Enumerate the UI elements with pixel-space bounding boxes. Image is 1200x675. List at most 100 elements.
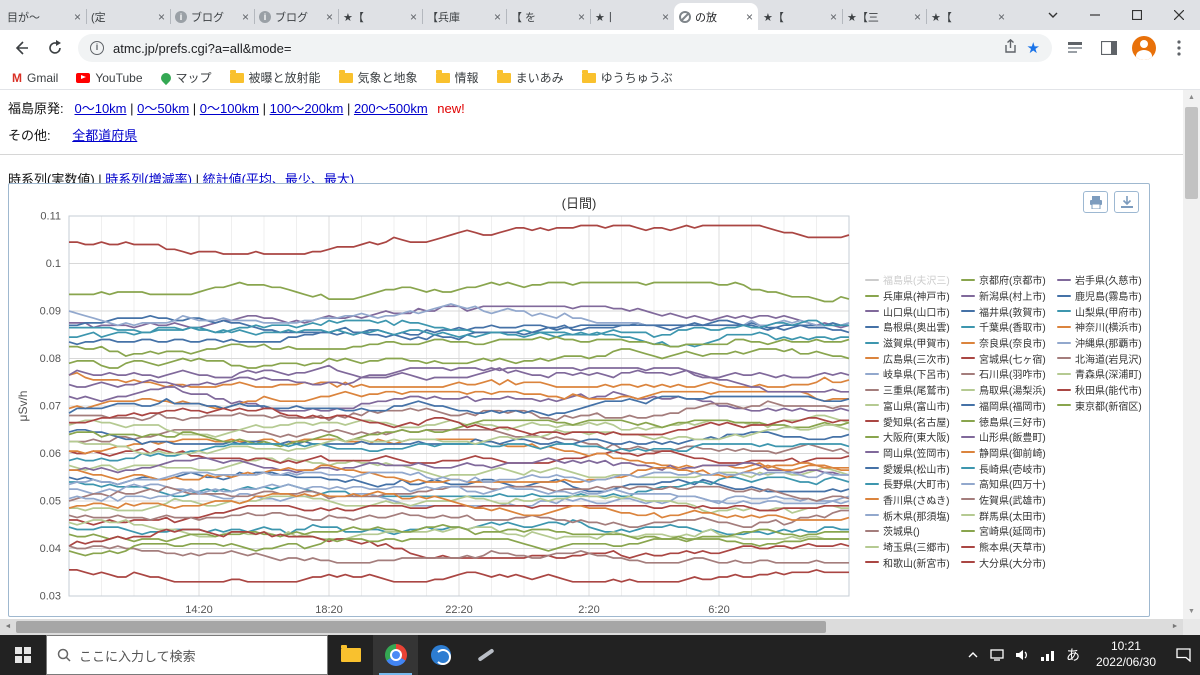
tab-close-icon[interactable]: × <box>578 11 585 23</box>
browser-tab[interactable]: ★【 × <box>926 3 1010 105</box>
legend-item[interactable]: 栃木県(那須塩) <box>865 507 959 523</box>
legend-item[interactable]: 岡山県(笠岡市) <box>865 445 959 461</box>
maximize-icon[interactable] <box>1116 0 1158 30</box>
tab-close-icon[interactable]: × <box>74 11 81 23</box>
browser-tab[interactable]: 目が〜 × <box>2 3 86 105</box>
bookmark-item[interactable]: YouTube <box>76 71 143 85</box>
print-chart-button[interactable] <box>1083 191 1108 213</box>
file-explorer-icon[interactable] <box>328 635 373 675</box>
vertical-scroll-thumb[interactable] <box>1185 107 1198 199</box>
address-bar[interactable]: i atmc.jp/prefs.cgi?a=all&mode= ★ <box>78 34 1052 62</box>
legend-item[interactable]: 北海道(岩見沢) <box>1057 350 1151 366</box>
tab-close-icon[interactable]: × <box>662 11 669 23</box>
legend-item[interactable]: 愛知県(名古屋) <box>865 413 959 429</box>
reading-list-icon[interactable] <box>1064 37 1086 59</box>
legend-item[interactable]: 大分県(大分市) <box>961 554 1055 570</box>
tab-close-icon[interactable]: × <box>326 11 333 23</box>
blue-app-icon[interactable] <box>418 635 463 675</box>
legend-item[interactable]: 高知県(四万十) <box>961 476 1055 492</box>
legend-item[interactable]: 和歌山(新宮市) <box>865 554 959 570</box>
legend-item[interactable]: 石川県(羽咋市) <box>961 366 1055 382</box>
legend-item[interactable]: 鹿児島(霧島市) <box>1057 288 1151 304</box>
legend-item[interactable]: 岩手県(久慈市) <box>1057 272 1151 288</box>
legend-item[interactable]: 長野県(大町市) <box>865 476 959 492</box>
tab-close-icon[interactable]: × <box>830 11 837 23</box>
reload-icon[interactable] <box>44 37 66 59</box>
legend-item[interactable]: 徳島県(三好市) <box>961 413 1055 429</box>
profile-avatar[interactable] <box>1132 36 1156 60</box>
legend-item[interactable]: 福岡県(福岡市) <box>961 398 1055 414</box>
legend-item[interactable]: 山形県(飯豊町) <box>961 429 1055 445</box>
browser-tab[interactable]: ★【 × <box>338 3 422 105</box>
all-prefectures-link[interactable]: 全都道府県 <box>72 128 137 143</box>
notification-center-icon[interactable] <box>1166 635 1200 675</box>
tab-close-icon[interactable]: × <box>914 11 921 23</box>
horizontal-scroll-thumb[interactable] <box>16 621 826 633</box>
legend-item[interactable]: 三重県(尾鷲市) <box>865 382 959 398</box>
legend-item[interactable]: 茨城県() <box>865 523 959 539</box>
tray-network-icon[interactable] <box>1035 635 1060 675</box>
scroll-down-icon[interactable]: ▼ <box>1183 604 1200 619</box>
legend-item[interactable]: 青森県(深浦町) <box>1057 366 1151 382</box>
side-panel-icon[interactable] <box>1098 37 1120 59</box>
close-window-icon[interactable] <box>1158 0 1200 30</box>
download-chart-button[interactable] <box>1114 191 1139 213</box>
browser-tab[interactable]: ★【 × <box>758 3 842 105</box>
bookmark-item[interactable]: 被曝と放射能 <box>229 69 321 86</box>
distance-range-link[interactable]: 0〜100km <box>200 101 259 116</box>
browser-tab[interactable]: ★【三 × <box>842 3 926 105</box>
legend-item[interactable]: 宮城県(七ヶ宿) <box>961 350 1055 366</box>
browser-tab[interactable]: i ブログ × <box>254 3 338 30</box>
legend-item[interactable]: 富山県(富山市) <box>865 398 959 414</box>
start-button[interactable] <box>0 635 46 675</box>
tray-chevron-up-icon[interactable] <box>962 635 984 675</box>
browser-tab[interactable]: ★丨 × <box>590 3 674 105</box>
legend-item[interactable]: 秋田県(能代市) <box>1057 382 1151 398</box>
browser-tab[interactable]: 【兵庫 × <box>422 3 506 105</box>
taskbar-clock[interactable]: 10:21 2022/06/30 <box>1086 639 1166 670</box>
distance-range-link[interactable]: 0〜10km <box>74 101 126 116</box>
pen-app-icon[interactable] <box>463 635 508 675</box>
legend-item[interactable]: 岐阜県(下呂市) <box>865 366 959 382</box>
distance-range-link[interactable]: 0〜50km <box>137 101 189 116</box>
legend-item[interactable]: 広島県(三次市) <box>865 350 959 366</box>
taskbar-search-input[interactable]: ここに入力して検索 <box>46 635 328 675</box>
legend-item[interactable]: 山梨県(甲府市) <box>1057 303 1151 319</box>
tray-volume-icon[interactable] <box>1010 635 1035 675</box>
site-info-icon[interactable]: i <box>90 41 104 55</box>
legend-item[interactable]: 埼玉県(三郷市) <box>865 539 959 555</box>
legend-item[interactable]: 千葉県(香取市) <box>961 319 1055 335</box>
minimize-icon[interactable] <box>1074 0 1116 30</box>
legend-item[interactable]: 香川県(さぬき) <box>865 492 959 508</box>
legend-item[interactable]: 福島県(夫沢三) <box>865 272 959 288</box>
vertical-scrollbar[interactable]: ▲ ▼ <box>1183 90 1200 619</box>
bookmark-item[interactable]: M Gmail <box>12 71 58 85</box>
share-icon[interactable] <box>1003 38 1018 57</box>
legend-item[interactable]: 滋賀県(甲賀市) <box>865 335 959 351</box>
legend-item[interactable]: 熊本県(天草市) <box>961 539 1055 555</box>
distance-range-link[interactable]: 200〜500km <box>354 101 428 116</box>
bookmark-item[interactable]: 情報 <box>435 69 479 86</box>
legend-item[interactable]: 福井県(敦賀市) <box>961 303 1055 319</box>
legend-item[interactable]: 京都府(京都市) <box>961 272 1055 288</box>
tab-close-icon[interactable]: × <box>494 11 501 23</box>
back-icon[interactable] <box>10 37 32 59</box>
scroll-left-icon[interactable]: ◄ <box>0 619 16 635</box>
legend-item[interactable]: 沖縄県(那覇市) <box>1057 335 1151 351</box>
window-menu-chevron-icon[interactable] <box>1032 0 1074 30</box>
chrome-taskbar-icon[interactable] <box>373 635 418 675</box>
legend-item[interactable]: 兵庫県(神戸市) <box>865 288 959 304</box>
tab-close-icon[interactable]: × <box>998 11 1005 23</box>
browser-tab[interactable]: の放 × <box>674 3 758 30</box>
bookmark-item[interactable]: ゆうちゅうぶ <box>581 69 673 86</box>
legend-item[interactable]: 神奈川(横浜市) <box>1057 319 1151 335</box>
chrome-menu-icon[interactable] <box>1168 37 1190 59</box>
legend-item[interactable]: 群馬県(太田市) <box>961 507 1055 523</box>
legend-item[interactable]: 静岡県(御前崎) <box>961 445 1055 461</box>
legend-item[interactable]: 大阪府(東大阪) <box>865 429 959 445</box>
browser-tab[interactable]: 【 を × <box>506 3 590 105</box>
tray-monitor-icon[interactable] <box>984 635 1010 675</box>
legend-item[interactable]: 長崎県(壱岐市) <box>961 460 1055 476</box>
legend-item[interactable]: 宮崎県(延岡市) <box>961 523 1055 539</box>
distance-range-link[interactable]: 100〜200km <box>270 101 344 116</box>
